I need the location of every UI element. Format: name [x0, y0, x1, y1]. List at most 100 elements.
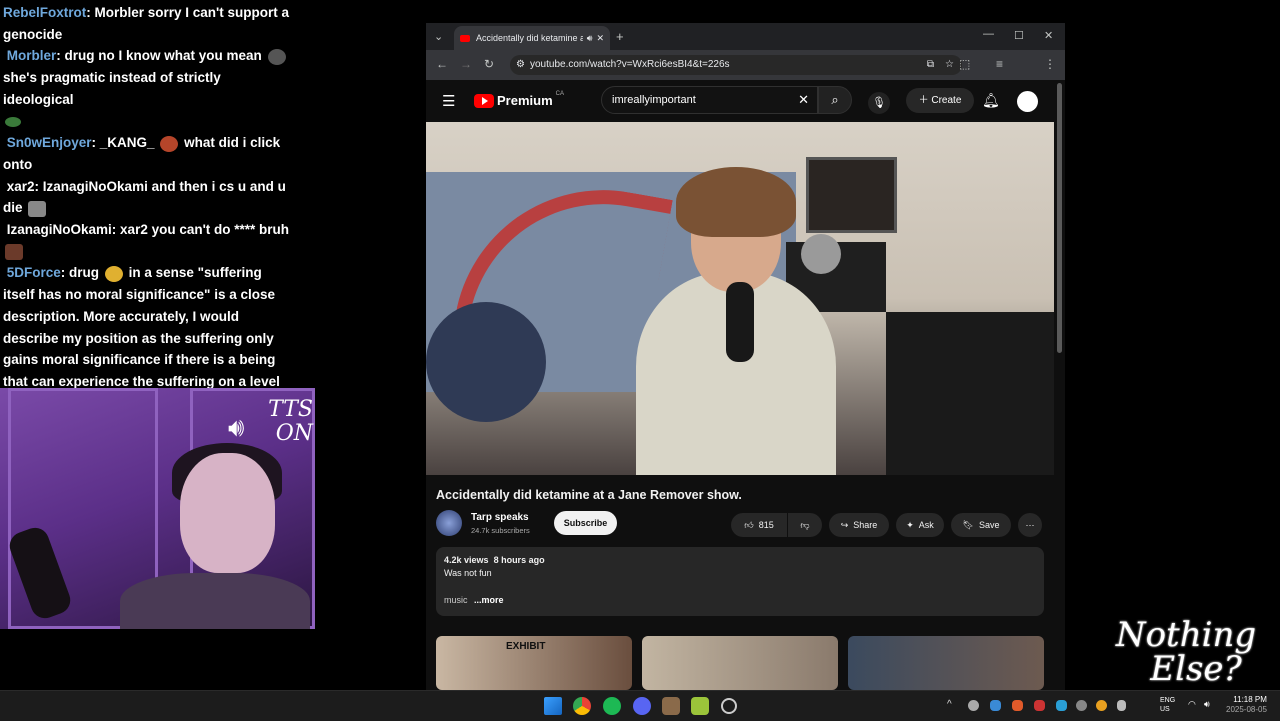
recommended-thumbnail[interactable]	[848, 636, 1044, 690]
language-code: ENG	[1160, 697, 1176, 704]
tab-search-icon[interactable]: ⌄	[434, 30, 443, 43]
tray-icon[interactable]	[1034, 700, 1045, 711]
taskbar: ^ ENG US ◠ 🔊︎ 11:18 PM 2025-08-05	[0, 690, 1280, 721]
subscribe-button[interactable]: Subscribe	[554, 511, 617, 535]
tray-icon[interactable]	[1096, 700, 1107, 711]
like-button[interactable]: 👍︎ 815	[731, 513, 787, 537]
minimize-icon[interactable]: —	[983, 28, 994, 40]
recommended-thumbnail[interactable]	[642, 636, 838, 690]
bookmark-star-icon[interactable]: ☆	[945, 55, 954, 75]
chat-username: 5DForce	[6, 265, 61, 281]
like-count: 815	[758, 520, 774, 530]
site-info-icon[interactable]: ⚙	[516, 55, 525, 75]
clock-date: 2025-08-05	[1226, 705, 1267, 714]
language-indicator[interactable]: ENG US	[1160, 696, 1175, 714]
emote-icon	[267, 48, 286, 65]
save-button[interactable]: 🔖︎ Save	[951, 513, 1011, 537]
tts-indicator: 🔊︎ TTS ON	[228, 398, 313, 458]
webcam-person-head	[180, 453, 275, 573]
taskbar-clock[interactable]: 11:18 PM 2025-08-05	[1226, 695, 1267, 715]
youtube-logo[interactable]: Premium CA	[474, 91, 564, 108]
avatar[interactable]	[1017, 91, 1038, 112]
address-bar-row: ← → ↻ ⚙ youtube.com/watch?v=WxRci6esBI4&…	[426, 50, 1065, 80]
tray-icon[interactable]	[1056, 700, 1067, 711]
ask-button[interactable]: ✦ Ask	[896, 513, 944, 537]
volume-icon[interactable]: 🔊︎	[1204, 699, 1210, 710]
description-text: Was not fun	[444, 568, 492, 578]
tab-audio-icon[interactable]: 🔊︎	[587, 33, 593, 44]
app-icon[interactable]	[662, 697, 680, 715]
channel-name[interactable]: Tarp speaks	[471, 512, 529, 523]
emote-icon	[104, 265, 123, 282]
app-icon[interactable]	[691, 697, 709, 715]
create-button[interactable]: ＋ Create	[906, 88, 974, 113]
tray-icon[interactable]	[1076, 700, 1087, 711]
page-scrollbar[interactable]	[1057, 83, 1062, 353]
window-close-icon[interactable]: ✕	[1044, 29, 1053, 42]
chat-message: 5DForce: drug in a sense "suffering itse…	[3, 262, 290, 388]
bookmark-icon: 🔖︎	[962, 519, 974, 530]
notifications-bell-icon[interactable]: 🔔︎	[982, 92, 1000, 109]
tray-icon[interactable]	[1012, 700, 1023, 711]
tray-chevron-icon[interactable]: ^	[947, 699, 952, 710]
video-person-hair	[676, 167, 796, 237]
search-icon: ⌕	[831, 92, 839, 107]
save-label: Save	[978, 520, 1000, 530]
emote-icon	[5, 244, 23, 261]
emote-icon	[160, 135, 179, 152]
search-button[interactable]: ⌕	[818, 86, 852, 114]
discord-icon[interactable]	[633, 697, 651, 715]
maximize-icon[interactable]: ☐	[1014, 29, 1024, 42]
share-label: Share	[853, 520, 878, 530]
extensions-icon[interactable]: ⬚	[959, 57, 970, 71]
thumbs-up-icon: 👍︎	[744, 519, 754, 530]
youtube-play-icon	[474, 93, 494, 108]
chat-username: Morbler	[6, 48, 57, 64]
chat-message: Morbler: drug no I know what you mean sh…	[3, 45, 290, 132]
view-count: 4.2k views	[444, 555, 489, 565]
tray-icon[interactable]	[968, 700, 979, 711]
clear-search-icon[interactable]: ✕	[798, 87, 809, 113]
windows-start-icon[interactable]	[544, 697, 562, 715]
obs-icon[interactable]	[721, 698, 737, 714]
reload-icon[interactable]: ↻	[484, 57, 494, 71]
recommended-thumbnail[interactable]: EXHIBIT	[436, 636, 632, 690]
youtube-favicon-icon	[460, 34, 470, 42]
url-field[interactable]: ⚙ youtube.com/watch?v=WxRci6esBI4&t=226s…	[510, 55, 962, 75]
video-couch	[886, 312, 1054, 475]
new-tab-icon[interactable]: +	[616, 29, 624, 44]
tray-icon[interactable]	[990, 700, 1001, 711]
dislike-button[interactable]: 👎︎	[788, 513, 822, 537]
create-label: Create	[931, 95, 962, 106]
share-button[interactable]: ↪ Share	[829, 513, 889, 537]
install-icon[interactable]: ⧉	[927, 55, 934, 75]
tab-close-icon[interactable]: ✕	[596, 33, 604, 44]
video-microphone	[726, 282, 754, 362]
description-box[interactable]: 4.2k views 8 hours ago Was not fun music…	[436, 547, 1044, 616]
back-icon[interactable]: ←	[436, 57, 448, 71]
microphone-tray-icon[interactable]	[1117, 700, 1126, 711]
video-player[interactable]	[426, 122, 1054, 475]
chat-username: xar2	[6, 178, 35, 194]
search-input[interactable]: imreallyimportant ✕	[601, 86, 818, 114]
ask-label: Ask	[918, 520, 934, 530]
chrome-icon[interactable]	[573, 697, 591, 715]
spotify-icon[interactable]	[603, 697, 621, 715]
tab-bar: ⌄ Accidentally did ketamine a 🔊︎ ✕ + — ☐…	[426, 23, 1065, 50]
media-control-icon[interactable]: ≡	[996, 57, 1003, 71]
speaker-icon: 🔊︎	[228, 413, 245, 443]
browser-menu-icon[interactable]: ⋮	[1044, 57, 1056, 71]
browser-tab[interactable]: Accidentally did ketamine a 🔊︎ ✕	[454, 26, 610, 50]
voice-search-icon[interactable]: 🎙︎	[868, 92, 890, 114]
music-label: music	[444, 595, 468, 605]
more-actions-button[interactable]: ⋯	[1018, 513, 1042, 537]
more-horizontal-icon: ⋯	[1025, 519, 1035, 530]
chat-message: xar2: IzanagiNoOkami and then i cs u and…	[3, 178, 286, 217]
wifi-icon[interactable]: ◠	[1188, 699, 1196, 710]
forward-icon[interactable]: →	[460, 57, 472, 71]
channel-avatar[interactable]	[436, 510, 462, 536]
region-code: US	[1160, 706, 1170, 713]
more-link[interactable]: ...more	[474, 595, 504, 605]
chat-message: Sn0wEnjoyer: _KANG_ what did i click ont…	[3, 135, 281, 172]
hamburger-menu-icon[interactable]: ☰	[442, 92, 455, 110]
